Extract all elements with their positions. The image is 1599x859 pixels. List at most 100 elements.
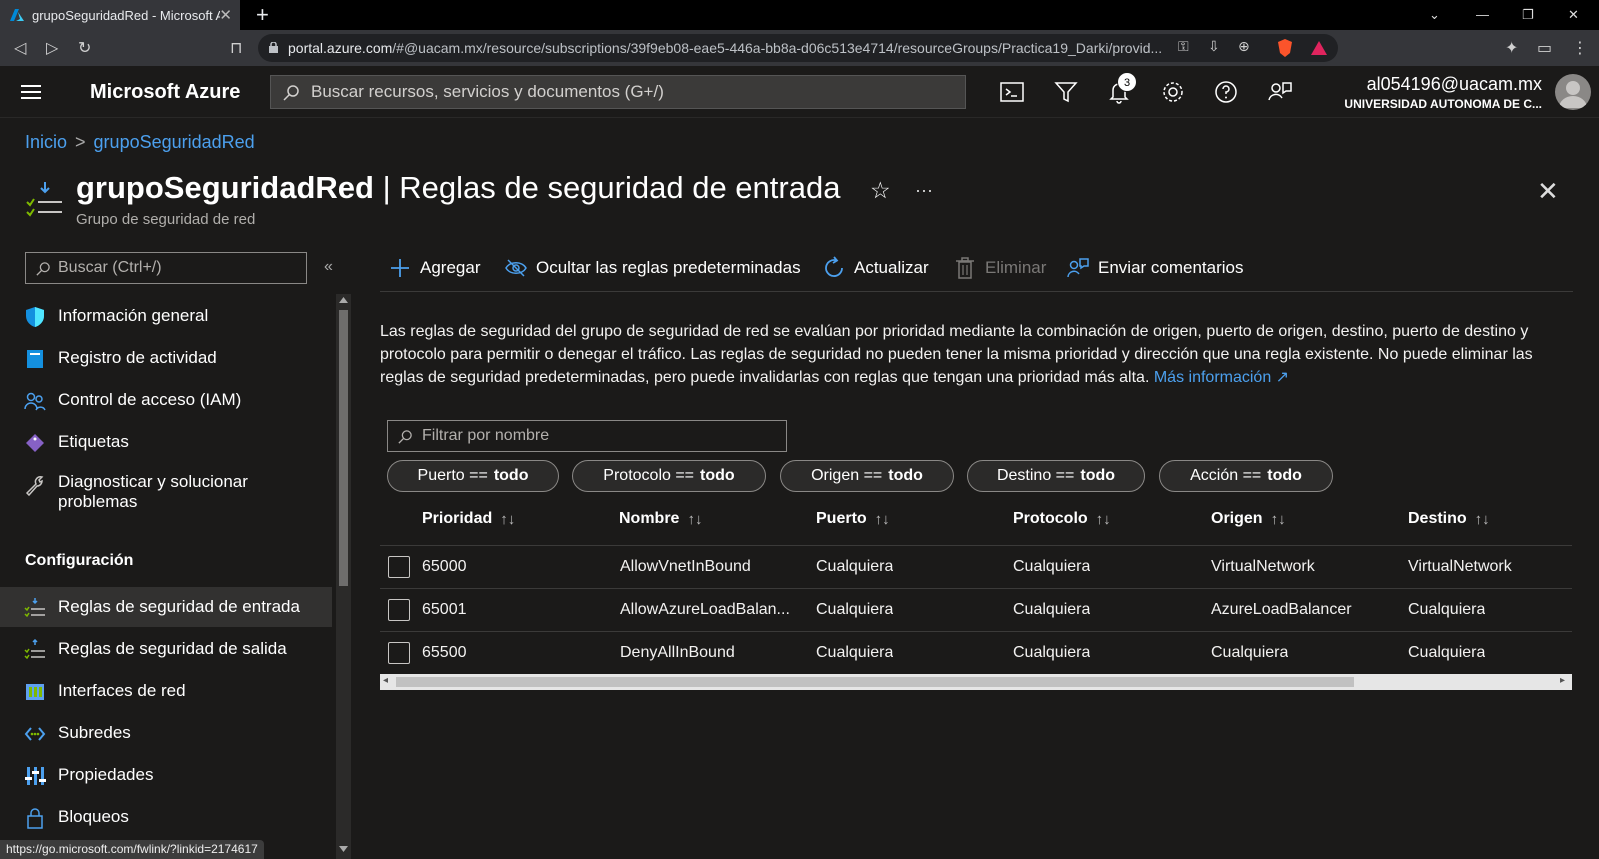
sort-icon[interactable]: ↑↓ xyxy=(1096,511,1111,528)
brave-shield-icon[interactable] xyxy=(1276,38,1294,58)
delete-button[interactable]: Eliminar xyxy=(953,256,1046,280)
close-blade-icon[interactable]: ✕ xyxy=(1537,176,1559,207)
row-checkbox[interactable] xyxy=(388,642,410,664)
sidebar-item-overview[interactable]: Información general xyxy=(0,296,332,336)
send-feedback-button[interactable]: Enviar comentarios xyxy=(1066,256,1244,280)
row-checkbox[interactable] xyxy=(388,556,410,578)
filter-pill-source[interactable]: Origen == todo xyxy=(780,460,954,492)
column-header-source[interactable]: Origen ↑↓ xyxy=(1211,510,1286,528)
sidebar-item-locks[interactable]: Bloqueos xyxy=(0,797,332,837)
row-checkbox[interactable] xyxy=(388,599,410,621)
sidebar-item-inbound-rules[interactable]: Reglas de seguridad de entrada xyxy=(0,587,332,627)
brave-rewards-icon[interactable] xyxy=(1310,40,1328,56)
sort-icon[interactable]: ↑↓ xyxy=(1271,511,1286,528)
grid-horizontal-scrollbar[interactable]: ◂ ▸ xyxy=(380,674,1572,690)
help-icon[interactable] xyxy=(1212,78,1240,106)
wallet-icon[interactable]: ▭ xyxy=(1537,38,1552,58)
sidebar-item-label-line2: problemas xyxy=(58,492,138,511)
breadcrumb-current-link[interactable]: grupoSeguridadRed xyxy=(94,132,255,152)
table-row[interactable]: 65500 DenyAllInBound Cualquiera Cualquie… xyxy=(380,632,1572,675)
brand-title[interactable]: Microsoft Azure xyxy=(90,81,240,104)
refresh-button[interactable]: Actualizar xyxy=(822,256,929,280)
url-host: portal.azure.com xyxy=(288,40,393,56)
cloud-shell-icon[interactable] xyxy=(998,78,1026,106)
page-title-separator: | xyxy=(373,170,400,205)
key-icon[interactable]: ⚿ xyxy=(1178,38,1189,55)
azure-logo-icon xyxy=(10,9,24,21)
url-bar[interactable]: portal.azure.com/#@uacam.mx/resource/sub… xyxy=(258,34,1338,62)
sidebar-item-network-interfaces[interactable]: Interfaces de red xyxy=(0,671,332,711)
column-header-destination[interactable]: Destino ↑↓ xyxy=(1408,510,1490,528)
browser-tab[interactable]: grupoSeguridadRed - Microsoft Azure ✕ xyxy=(0,0,240,30)
table-row[interactable]: 65001 AllowAzureLoadBalan... Cualquiera … xyxy=(380,589,1572,632)
sidebar-item-diagnose[interactable]: Diagnosticar y solucionar problemas xyxy=(0,464,332,520)
account-info[interactable]: al054196@uacam.mx UNIVERSIDAD AUTONOMA D… xyxy=(1344,74,1542,111)
directory-filter-icon[interactable] xyxy=(1052,78,1080,106)
column-header-port[interactable]: Puerto ↑↓ xyxy=(816,510,890,528)
cell-name[interactable]: AllowAzureLoadBalan... xyxy=(620,601,800,619)
sidebar-scrollbar[interactable] xyxy=(336,294,351,859)
more-options-icon[interactable]: ··· xyxy=(915,180,933,201)
breadcrumb-home-link[interactable]: Inicio xyxy=(25,132,67,152)
favorite-star-icon[interactable]: ☆ xyxy=(870,177,891,204)
column-header-priority[interactable]: Prioridad ↑↓ xyxy=(422,510,515,528)
zoom-icon[interactable]: ⊕ xyxy=(1238,38,1250,55)
new-tab-button[interactable]: + xyxy=(256,2,269,28)
sidebar-item-subnets[interactable]: Subredes xyxy=(0,713,332,753)
scroll-right-icon[interactable]: ▸ xyxy=(1560,675,1565,686)
column-header-name[interactable]: Nombre ↑↓ xyxy=(619,510,702,528)
sort-icon[interactable]: ↑↓ xyxy=(875,511,890,528)
scroll-up-icon[interactable] xyxy=(339,297,348,303)
sort-icon[interactable]: ↑↓ xyxy=(500,511,515,528)
cell-name[interactable]: DenyAllInBound xyxy=(620,644,800,662)
sidebar-item-label: Registro de actividad xyxy=(58,348,217,367)
wrench-icon xyxy=(25,476,44,496)
sidebar-item-activity-log[interactable]: Registro de actividad xyxy=(0,338,332,378)
add-button[interactable]: Agregar xyxy=(388,256,480,280)
close-tab-icon[interactable]: ✕ xyxy=(219,6,232,24)
tab-list-icon[interactable]: ⌄ xyxy=(1429,7,1440,23)
filter-by-name-input[interactable]: Filtrar por nombre xyxy=(387,420,787,452)
activity-log-icon xyxy=(27,350,43,368)
forward-icon[interactable]: ▷ xyxy=(46,38,58,58)
install-icon[interactable]: ⇩ xyxy=(1208,38,1220,55)
sort-icon[interactable]: ↑↓ xyxy=(1475,511,1490,528)
filter-pill-port[interactable]: Puerto == todo xyxy=(387,460,559,492)
scroll-left-icon[interactable]: ◂ xyxy=(383,675,388,686)
avatar[interactable] xyxy=(1555,74,1591,110)
filter-pill-action[interactable]: Acción == todo xyxy=(1159,460,1333,492)
menu-icon[interactable]: ⋮ xyxy=(1572,38,1588,58)
sidebar-item-label: Subredes xyxy=(58,723,131,742)
sort-icon[interactable]: ↑↓ xyxy=(687,511,702,528)
sidebar-search-input[interactable]: Buscar (Ctrl+/) xyxy=(25,252,307,284)
column-header-protocol[interactable]: Protocolo ↑↓ xyxy=(1013,510,1111,528)
collapse-sidebar-icon[interactable]: « xyxy=(324,258,333,276)
reload-icon[interactable]: ↻ xyxy=(78,38,91,58)
global-search-input[interactable]: Buscar recursos, servicios y documentos … xyxy=(270,75,966,109)
filter-pill-protocol[interactable]: Protocolo == todo xyxy=(572,460,766,492)
back-icon[interactable]: ◁ xyxy=(14,38,26,58)
table-row[interactable]: 65000 AllowVnetInBound Cualquiera Cualqu… xyxy=(380,546,1572,589)
sidebar-item-properties[interactable]: Propiedades xyxy=(0,755,332,795)
cell-priority: 65500 xyxy=(422,644,467,661)
grid-scroll-thumb[interactable] xyxy=(396,677,1354,687)
hide-default-rules-button[interactable]: Ocultar las reglas predeterminadas xyxy=(504,256,801,280)
close-window-icon[interactable]: ✕ xyxy=(1568,7,1579,23)
extensions-icon[interactable]: ✦ xyxy=(1505,38,1518,58)
bookmark-icon[interactable]: ⊓ xyxy=(230,38,242,58)
breadcrumb-separator-icon: > xyxy=(75,132,86,152)
cell-name[interactable]: AllowVnetInBound xyxy=(620,558,800,576)
sidebar-item-iam[interactable]: Control de acceso (IAM) xyxy=(0,380,332,420)
sidebar-item-outbound-rules[interactable]: Reglas de seguridad de salida xyxy=(0,629,332,669)
sidebar-item-tags[interactable]: Etiquetas xyxy=(0,422,332,462)
restore-icon[interactable]: ❐ xyxy=(1522,7,1534,23)
settings-gear-icon[interactable] xyxy=(1159,78,1187,106)
feedback-icon[interactable] xyxy=(1266,78,1294,106)
hamburger-menu-icon[interactable] xyxy=(21,84,41,100)
trash-icon xyxy=(956,257,974,279)
scroll-down-icon[interactable] xyxy=(339,846,348,852)
sidebar-scroll-thumb[interactable] xyxy=(339,310,348,586)
filter-pill-destination[interactable]: Destino == todo xyxy=(967,460,1145,492)
learn-more-link[interactable]: Más información ↗ xyxy=(1154,369,1289,386)
minimize-icon[interactable]: — xyxy=(1476,7,1489,22)
